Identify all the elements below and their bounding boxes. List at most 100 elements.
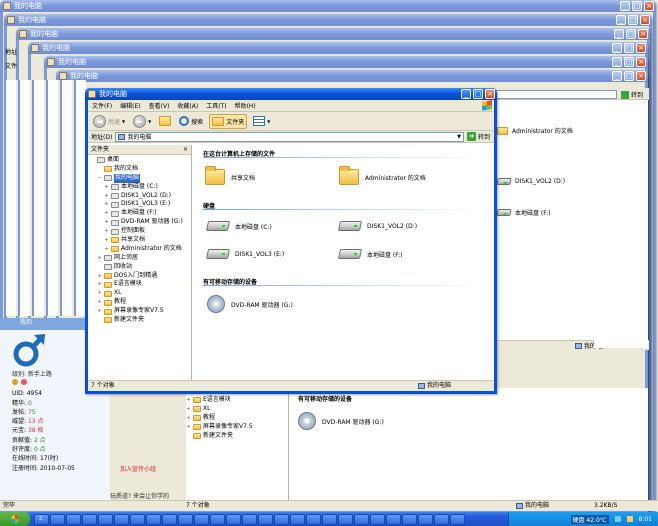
taskbar-button[interactable] [418, 513, 433, 525]
maximize-button[interactable]: □ [624, 71, 634, 81]
admin-documents-item[interactable]: Administrator 的文档 [339, 166, 426, 185]
taskbar-button[interactable] [354, 513, 369, 525]
bg-disk-d[interactable]: DISK1_VOL2 (D:) [515, 178, 565, 185]
taskbar-button[interactable] [306, 513, 321, 525]
taskbar-button[interactable] [322, 513, 337, 525]
close-pane-button[interactable]: × [183, 145, 188, 155]
close-button[interactable]: × [636, 43, 646, 53]
taskbar-button[interactable] [226, 513, 241, 525]
my-computer-window[interactable]: 我的电脑 _ □ × 文件(F) 编辑(E) 查看(V) 收藏(A) 工具(T)… [85, 88, 497, 394]
menu-edit[interactable]: 编辑(E) [120, 101, 140, 110]
tree-item[interactable]: + 共享文档 [88, 236, 191, 245]
tree-item[interactable]: − 我的电脑 [88, 173, 191, 183]
tree-item[interactable]: + DISK1_VOL2 (D:) [88, 192, 191, 201]
menu-favorites[interactable]: 收藏(A) [177, 101, 198, 110]
taskbar-button[interactable] [386, 513, 401, 525]
bg-tree-item[interactable]: 教程 [203, 414, 215, 423]
expand-toggle-icon[interactable]: + [104, 227, 109, 236]
tree-item[interactable]: + E语言模块 [88, 280, 191, 289]
drive-f-item[interactable]: 本地磁盘 (F:) [337, 249, 403, 259]
taskbar-button[interactable] [258, 513, 273, 525]
taskbar-button[interactable] [194, 513, 209, 525]
close-button[interactable]: × [640, 15, 650, 25]
menu-help[interactable]: 帮助(H) [235, 101, 256, 110]
expand-toggle-icon[interactable]: + [104, 200, 109, 209]
taskbar-button[interactable] [146, 513, 161, 525]
title-bar[interactable]: 我的电脑 _ □ × [85, 88, 497, 100]
expand-toggle-icon[interactable]: + [97, 280, 102, 289]
go-button[interactable]: ➜ 转到 [466, 132, 494, 141]
minimize-button[interactable]: _ [616, 15, 626, 25]
maximize-button[interactable]: □ [628, 15, 638, 25]
forum-promo-link[interactable]: 加入宣传小组 [120, 464, 156, 473]
maximize-button[interactable]: □ [624, 57, 634, 67]
taskbar-button[interactable] [402, 513, 417, 525]
tree-item[interactable]: + Administrator 的文档 [88, 245, 191, 254]
minimize-button[interactable]: _ [614, 29, 624, 39]
maximize-button[interactable]: □ [632, 1, 642, 11]
tree-item[interactable]: + 网上邻居 [88, 254, 191, 263]
tree-item[interactable]: + 本地磁盘 (F:) [88, 209, 191, 218]
bg-tree-item[interactable]: E语言模块 [203, 396, 231, 405]
close-button[interactable]: × [638, 29, 648, 39]
shared-documents-item[interactable]: 共享文档 [205, 166, 255, 185]
taskbar-button[interactable] [274, 513, 289, 525]
search-button[interactable]: 搜索 [177, 114, 205, 129]
bg-dvd-drive[interactable]: DVD-RAM 驱动器 (G:) [322, 417, 384, 426]
expand-toggle-icon[interactable]: + [97, 298, 102, 307]
close-button[interactable]: × [644, 1, 654, 11]
minimize-button[interactable]: _ [612, 71, 622, 81]
views-button[interactable]: ▼ [251, 114, 272, 129]
drive-e-item[interactable]: DISK1_VOL3 (E:) [205, 249, 284, 259]
tree-item[interactable]: 回收站 [88, 263, 191, 272]
expand-toggle-icon[interactable]: + [97, 272, 102, 281]
folders-button[interactable]: 文件夹 [209, 113, 248, 129]
taskbar-button[interactable] [130, 513, 145, 525]
maximize-button[interactable]: □ [624, 43, 634, 53]
expand-toggle-icon[interactable]: + [104, 236, 109, 245]
expand-toggle-icon[interactable]: − [97, 174, 102, 183]
taskbar-button[interactable] [50, 513, 65, 525]
volume-icon[interactable] [626, 516, 633, 522]
bg-disk-f[interactable]: 本地磁盘 (F:) [515, 208, 551, 217]
address-dropdown-icon[interactable]: ▼ [457, 134, 463, 140]
bg-admin-docs[interactable]: Administrator 的文档 [512, 126, 573, 135]
tree-item[interactable]: + DISK1_VOL3 (E:) [88, 200, 191, 209]
up-button[interactable] [157, 114, 173, 129]
tree-item[interactable]: + DVD-RAM 驱动器 (G:) [88, 218, 191, 227]
forward-button[interactable]: ► ▼ [131, 114, 153, 129]
taskbar-button[interactable] [242, 513, 257, 525]
address-input[interactable]: 我的电脑 ▼ [115, 131, 464, 142]
drive-d-item[interactable]: DISK1_VOL2 (D:) [337, 221, 417, 231]
bg-tree-item[interactable]: XL [203, 405, 210, 414]
expand-toggle-icon[interactable]: + [104, 245, 109, 254]
tree-item[interactable]: 我的文档 [88, 165, 191, 174]
tree-item[interactable]: + 控制面板 [88, 227, 191, 236]
minimize-button[interactable]: _ [461, 89, 471, 99]
tree-item[interactable]: + 教程 [88, 298, 191, 307]
taskbar-button[interactable] [162, 513, 177, 525]
taskbar-button[interactable] [210, 513, 225, 525]
tree-item[interactable]: + XL [88, 289, 191, 298]
menu-view[interactable]: 查看(V) [149, 101, 170, 110]
close-button[interactable]: × [636, 57, 646, 67]
drive-c-item[interactable]: 本地磁盘 (C:) [205, 221, 272, 231]
taskbar-button[interactable]: 2. [34, 513, 49, 525]
taskbar-button[interactable] [290, 513, 305, 525]
bg-tree-item[interactable]: 屏幕录像专家V7.5 [203, 423, 253, 432]
start-button[interactable] [0, 512, 30, 526]
minimize-button[interactable]: _ [612, 43, 622, 53]
expand-toggle-icon[interactable]: + [97, 254, 102, 263]
taskbar-button[interactable] [370, 513, 385, 525]
expand-toggle-icon[interactable]: + [104, 192, 109, 201]
dvd-drive-item[interactable]: DVD-RAM 驱动器 (G:) [207, 295, 293, 313]
close-button[interactable]: × [485, 89, 495, 99]
taskbar-button[interactable] [434, 513, 449, 525]
close-button[interactable]: × [636, 71, 646, 81]
back-button[interactable]: ◄ 后退 ▼ [91, 114, 127, 129]
expand-toggle-icon[interactable]: + [104, 183, 109, 192]
menu-tools[interactable]: 工具(T) [206, 101, 226, 110]
bg-go-button[interactable]: 转到 [631, 90, 643, 99]
taskbar-button[interactable] [66, 513, 81, 525]
expand-toggle-icon[interactable]: + [104, 209, 109, 218]
